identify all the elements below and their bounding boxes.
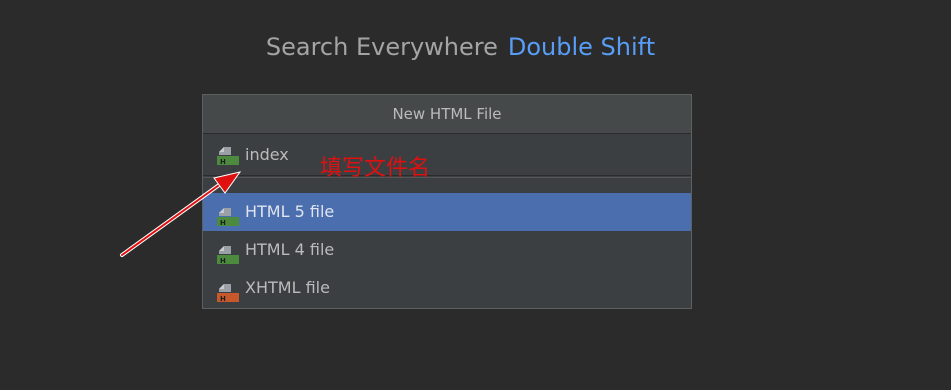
template-item-label: HTML 5 file: [245, 202, 335, 221]
file-name-input[interactable]: [245, 143, 665, 165]
search-everywhere-hint: Search Everywhere Double Shift: [0, 33, 921, 61]
template-item-html4[interactable]: H HTML 4 file: [203, 231, 691, 269]
dialog-title: New HTML File: [203, 95, 691, 134]
hint-shortcut: Double Shift: [507, 33, 656, 61]
svg-text:H: H: [220, 158, 226, 166]
html-file-icon: H: [215, 241, 239, 265]
annotation-label: 填写文件名: [320, 156, 431, 181]
editor-background: Search Everywhere Double Shift New HTML F…: [0, 0, 951, 390]
template-item-xhtml[interactable]: H XHTML file: [203, 269, 691, 307]
svg-text:H: H: [220, 257, 226, 265]
file-name-row: H: [203, 134, 691, 176]
svg-text:H: H: [220, 295, 226, 303]
xhtml-file-icon: H: [215, 279, 239, 303]
hint-text: Search Everywhere: [265, 33, 498, 61]
list-separator: [203, 177, 691, 178]
svg-text:H: H: [220, 219, 226, 227]
html-file-icon: H: [215, 146, 239, 166]
template-item-html5[interactable]: H HTML 5 file: [203, 193, 691, 231]
html-file-icon: H: [215, 203, 239, 227]
template-item-label: XHTML file: [245, 278, 330, 297]
new-html-file-dialog: New HTML File H H: [202, 94, 692, 309]
template-list: H HTML 5 file H HTML 4 file H XHTML file: [203, 193, 691, 307]
template-item-label: HTML 4 file: [245, 240, 335, 259]
